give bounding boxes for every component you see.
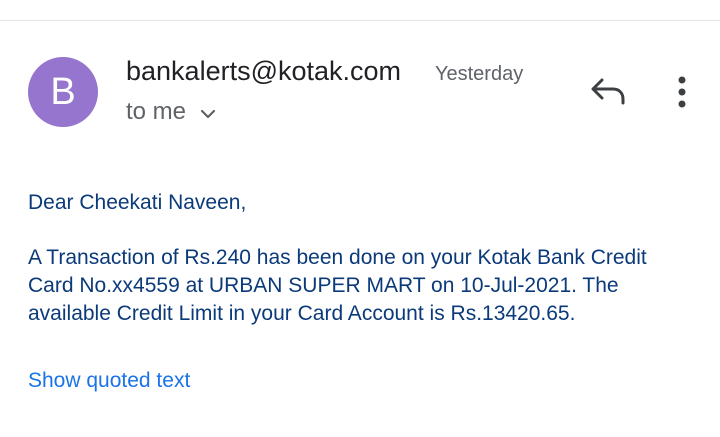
more-vert-icon[interactable] (668, 74, 696, 110)
received-time: Yesterday (435, 63, 524, 85)
recipient-details-toggle[interactable]: to me (126, 98, 218, 126)
show-quoted-text-link[interactable]: Show quoted text (28, 369, 190, 393)
reply-icon[interactable] (588, 72, 630, 112)
chevron-down-icon (200, 109, 216, 119)
email-body: A Transaction of Rs.240 has been done on… (28, 246, 647, 325)
sender-avatar[interactable]: B (28, 57, 98, 127)
divider (0, 20, 720, 21)
email-greeting: Dear Cheekati Naveen, (28, 191, 247, 214)
sender-address: bankalerts@kotak.com (126, 56, 402, 86)
recipient-label: to me (126, 98, 187, 125)
email-view: B bankalerts@kotak.com Yesterday to me D… (0, 0, 720, 437)
